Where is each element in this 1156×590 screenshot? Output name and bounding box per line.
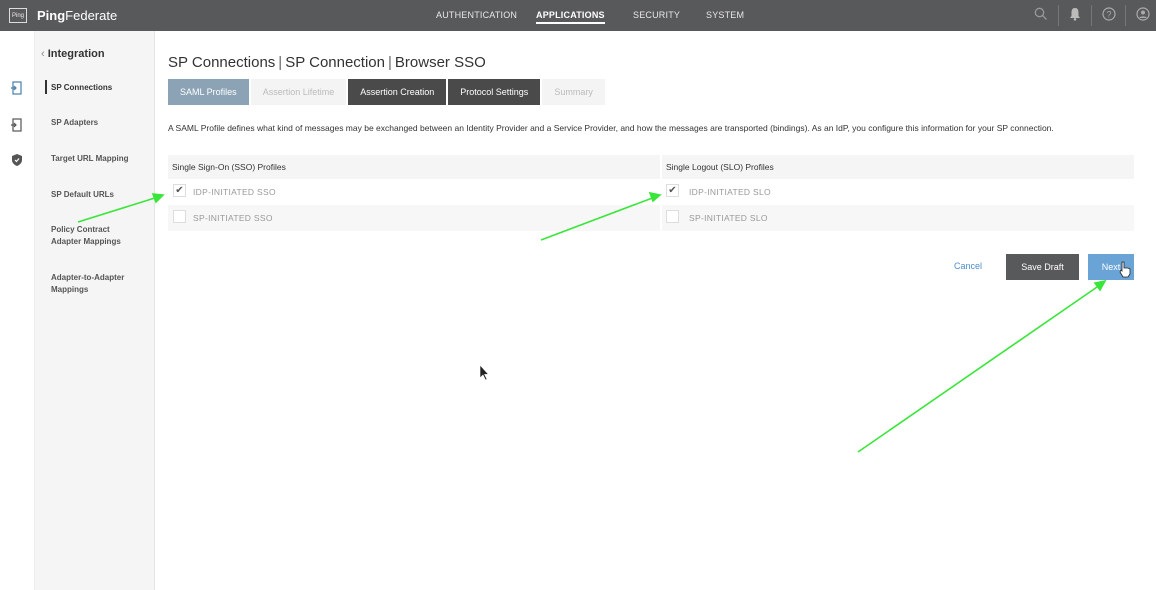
tab-summary[interactable]: Summary [542,79,605,105]
sp-initiated-slo-label: SP-INITIATED SLO [689,213,768,223]
sidebar-item-sp-connections[interactable]: SP Connections [51,82,151,94]
idp-initiated-slo-label: IDP-INITIATED SLO [689,187,771,197]
idp-initiated-slo-checkbox[interactable]: ✔ [666,184,679,197]
sp-adapters-icon[interactable] [10,118,24,132]
idp-initiated-sso-checkbox[interactable]: ✔ [173,184,186,197]
tab-assertion-creation[interactable]: Assertion Creation [348,79,447,105]
breadcrumb-sp-connection[interactable]: SP Connection [285,54,385,71]
divider [1058,5,1059,26]
back-to-integration[interactable]: ‹ Integration [41,48,105,60]
mouse-cursor-icon [479,364,490,381]
bell-icon[interactable] [1069,7,1081,24]
next-button[interactable]: Next [1088,254,1134,280]
breadcrumb-separator: | [388,54,392,71]
sso-option-idp-initiated: ✔ IDP-INITIATED SSO [168,179,660,205]
save-draft-button[interactable]: Save Draft [1006,254,1079,280]
breadcrumb-separator: | [278,54,283,71]
svg-text:?: ? [1106,10,1111,20]
annotation-arrowhead [1093,279,1107,292]
divider [1091,5,1092,26]
sidebar: ‹ Integration SP Connections SP Adapters… [35,31,155,590]
brand-name: PingFederate [37,8,117,23]
annotation-arrow [857,284,1101,453]
breadcrumb-sp-connections[interactable]: SP Connections [168,54,275,71]
ping-logo[interactable]: Ping [9,8,27,23]
page-title: SP Connections | SP Connection | Browser SSO [168,54,486,71]
tab-saml-profiles[interactable]: SAML Profiles [168,79,249,105]
back-label: Integration [47,48,105,60]
sidebar-item-sp-adapters[interactable]: SP Adapters [51,117,151,129]
tab-protocol-settings[interactable]: Protocol Settings [448,79,541,105]
chevron-left-icon: ‹ [41,48,48,60]
shield-icon[interactable] [10,153,24,167]
search-icon[interactable] [1034,7,1048,24]
slo-option-sp-initiated: SP-INITIATED SLO [662,205,1134,231]
cancel-button[interactable]: Cancel [954,261,982,271]
sidebar-item-target-url-mapping[interactable]: Target URL Mapping [51,153,151,165]
icon-rail [0,31,35,590]
nav-system[interactable]: SYSTEM [706,10,744,20]
sidebar-item-adapter-to-adapter-mappings[interactable]: Adapter-to-Adapter Mappings [51,272,141,296]
sp-connections-icon[interactable] [10,81,24,95]
sso-option-sp-initiated: SP-INITIATED SSO [168,205,660,231]
description-text: A SAML Profile defines what kind of mess… [168,123,1054,133]
help-icon[interactable]: ? [1102,7,1116,24]
slo-profiles-header: Single Logout (SLO) Profiles [662,155,1134,179]
nav-security[interactable]: SECURITY [633,10,680,20]
idp-initiated-sso-label: IDP-INITIATED SSO [193,187,276,197]
top-bar: Ping PingFederate AUTHENTICATION APPLICA… [0,0,1156,31]
active-indicator [45,80,47,94]
slo-option-idp-initiated: ✔ IDP-INITIATED SLO [662,179,1134,205]
breadcrumb-browser-sso: Browser SSO [394,54,486,71]
sp-initiated-sso-label: SP-INITIATED SSO [193,213,273,223]
nav-applications[interactable]: APPLICATIONS [536,10,605,24]
sidebar-item-sp-default-urls[interactable]: SP Default URLs [51,189,151,201]
sp-initiated-sso-checkbox[interactable] [173,210,186,223]
brand-rest: Federate [65,8,118,23]
divider [1125,5,1126,26]
user-icon[interactable] [1136,7,1150,24]
wizard-tabs: SAML Profiles Assertion Lifetime Asserti… [168,79,607,105]
brand-bold: Ping [37,8,66,23]
nav-authentication[interactable]: AUTHENTICATION [436,10,517,20]
sso-profiles-header: Single Sign-On (SSO) Profiles [168,155,660,179]
sp-initiated-slo-checkbox[interactable] [666,210,679,223]
sidebar-item-policy-contract-adapter-mappings[interactable]: Policy Contract Adapter Mappings [51,224,141,248]
tab-assertion-lifetime[interactable]: Assertion Lifetime [250,79,347,105]
